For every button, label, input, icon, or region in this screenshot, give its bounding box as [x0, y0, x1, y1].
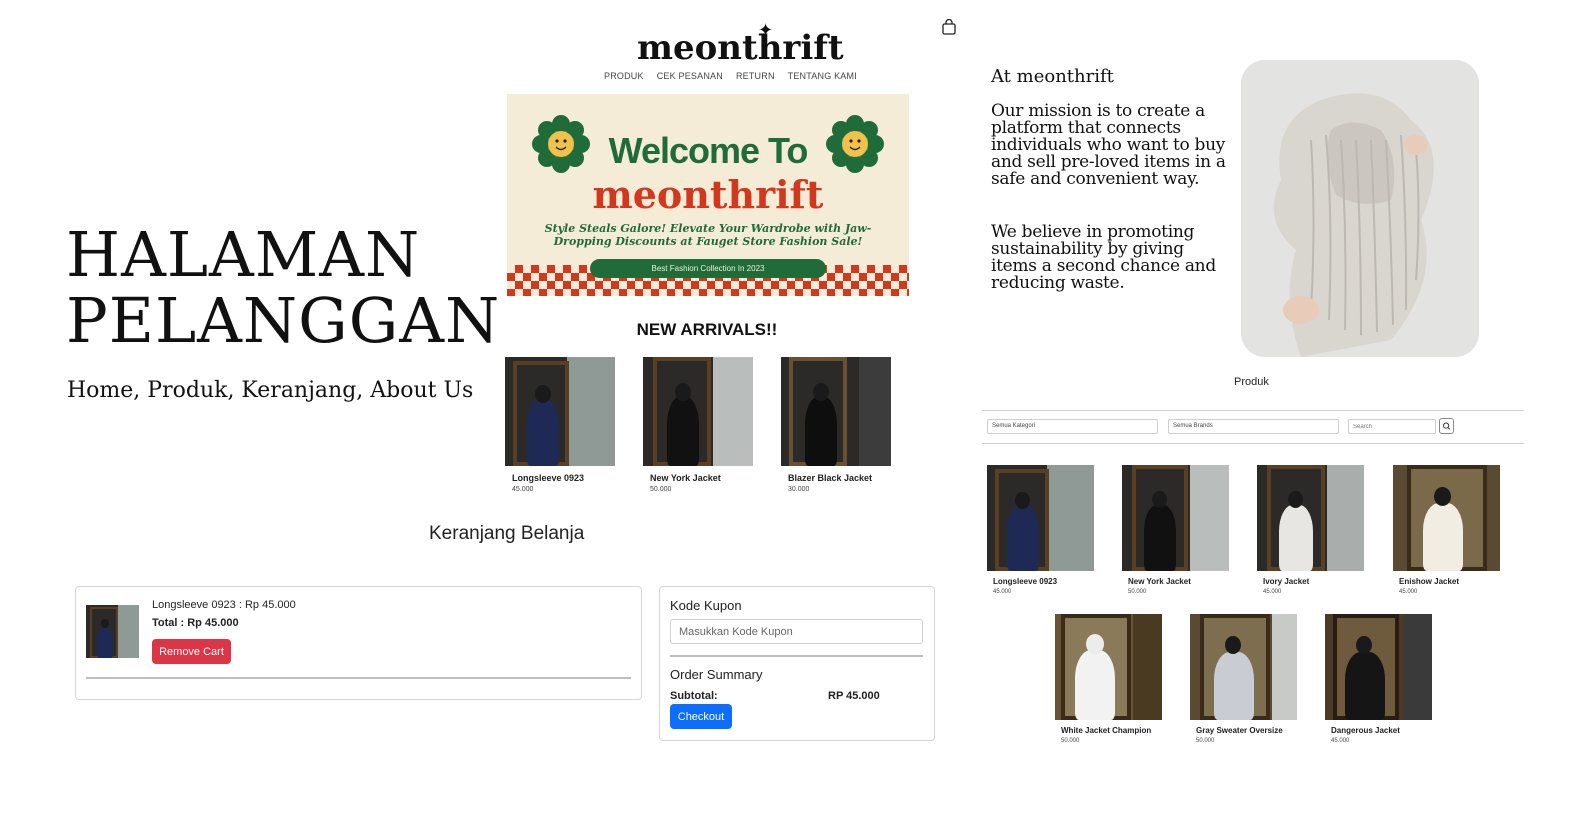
page-subtitle: Home, Produk, Keranjang, About Us	[67, 378, 474, 403]
product-image[interactable]	[987, 465, 1094, 571]
product-name: Longsleeve 0923	[512, 473, 585, 483]
divider	[982, 410, 1524, 411]
product-image[interactable]	[1393, 465, 1500, 571]
product-price: 45.000	[1331, 738, 1350, 744]
product-image[interactable]	[1122, 465, 1229, 571]
brand-select[interactable]: Semua Brands	[1168, 419, 1339, 434]
product-price: 50.000	[650, 486, 672, 493]
subtotal-label: Subtotal:	[670, 690, 718, 702]
shopping-bag-icon[interactable]	[942, 19, 956, 35]
produk-title: Produk	[1234, 376, 1269, 388]
product-name: White Jacket Champion	[1061, 726, 1152, 735]
product-card[interactable]: New York Jacket 50.000	[1122, 465, 1229, 595]
product-name: Dangerous Jacket	[1331, 726, 1400, 735]
product-image[interactable]	[643, 357, 753, 466]
product-image[interactable]	[1190, 614, 1297, 720]
search-icon[interactable]	[1439, 418, 1454, 434]
product-card[interactable]: Gray Sweater Oversize 50.000	[1190, 614, 1297, 744]
product-name: Ivory Jacket	[1263, 577, 1310, 586]
product-name: Gray Sweater Oversize	[1196, 726, 1283, 735]
coupon-label: Kode Kupon	[670, 598, 742, 613]
arrival-card[interactable]: Longsleeve 0923 45.000	[505, 357, 615, 493]
product-image[interactable]	[505, 357, 615, 466]
banner-brand: meonthrift	[592, 172, 824, 217]
product-image[interactable]	[781, 357, 891, 466]
product-name: Enishow Jacket	[1399, 577, 1460, 586]
divider	[982, 443, 1524, 444]
product-card[interactable]: Ivory Jacket 45.000	[1257, 465, 1364, 595]
banner-tagline: Style Steals Galore! Elevate Your Wardro…	[544, 222, 872, 248]
cart-item-image	[86, 605, 139, 658]
product-image[interactable]	[1055, 614, 1162, 720]
product-price: 30.000	[788, 486, 810, 493]
sparkle-icon: ✦	[758, 20, 774, 40]
nav-return[interactable]: RETURN	[736, 71, 775, 81]
category-select[interactable]: Semua Kategori	[987, 419, 1158, 434]
nav-produk[interactable]: PRODUK	[604, 71, 644, 81]
product-card[interactable]: Dangerous Jacket 45.000	[1325, 614, 1432, 744]
product-price: 45.000	[993, 589, 1012, 595]
product-name: Blazer Black Jacket	[788, 473, 873, 483]
page-title: HALAMAN PELANGGAN	[66, 222, 500, 354]
product-price: 50.000	[1128, 589, 1147, 595]
product-card[interactable]: Longsleeve 0923 45.000	[987, 465, 1094, 595]
brand-logo[interactable]: meonthrift	[637, 28, 844, 68]
remove-cart-button[interactable]: Remove Cart	[152, 639, 231, 664]
cart-item-line: Longsleeve 0923 : Rp 45.000	[152, 599, 296, 611]
product-price: 50.000	[1061, 738, 1080, 744]
about-image	[1241, 60, 1479, 357]
divider	[86, 677, 631, 679]
product-price: 45.000	[512, 486, 534, 493]
welcome-banner: Welcome To meonthrift Style Steals Galor…	[507, 94, 909, 296]
new-arrivals-title: NEW ARRIVALS!!	[636, 320, 778, 339]
product-image[interactable]	[1325, 614, 1432, 720]
divider	[670, 655, 923, 657]
checkout-button[interactable]: Checkout	[670, 704, 732, 729]
banner-pill: Best Fashion Collection In 2023	[590, 259, 826, 278]
page-title-line1: HALAMAN	[66, 218, 421, 291]
nav-tentang-kami[interactable]: TENTANG KAMI	[788, 71, 857, 81]
product-name: Longsleeve 0923	[993, 577, 1058, 586]
product-card[interactable]: White Jacket Champion 50.000	[1055, 614, 1162, 744]
cart-total: Total : Rp 45.000	[152, 617, 239, 629]
about-mission: Our mission is to create a platform that…	[991, 101, 1226, 189]
page-title-line2: PELANGGAN	[66, 284, 501, 357]
cart-title: Keranjang Belanja	[429, 523, 585, 544]
about-sustainability: We believe in promoting sustainability b…	[991, 222, 1216, 293]
product-price: 45.000	[1399, 589, 1418, 595]
order-summary-title: Order Summary	[670, 667, 763, 682]
banner-welcome: Welcome To	[608, 130, 809, 171]
main-nav: PRODUK CEK PESANAN RETURN TENTANG KAMI	[604, 71, 857, 81]
arrival-card[interactable]: Blazer Black Jacket 30.000	[781, 357, 891, 493]
nav-cek-pesanan[interactable]: CEK PESANAN	[657, 71, 723, 81]
product-name: New York Jacket	[650, 473, 721, 483]
product-image[interactable]	[1257, 465, 1364, 571]
coupon-input[interactable]	[670, 619, 923, 644]
sweater-photo	[1241, 60, 1479, 357]
product-price: 45.000	[1263, 589, 1282, 595]
about-heading: At meonthrift	[991, 66, 1114, 87]
product-price: 50.000	[1196, 738, 1215, 744]
arrival-card[interactable]: New York Jacket 50.000	[643, 357, 753, 493]
product-name: New York Jacket	[1128, 577, 1191, 586]
subtotal-value: RP 45.000	[828, 690, 880, 702]
product-card[interactable]: Enishow Jacket 45.000	[1393, 465, 1500, 595]
search-input[interactable]	[1348, 419, 1436, 434]
